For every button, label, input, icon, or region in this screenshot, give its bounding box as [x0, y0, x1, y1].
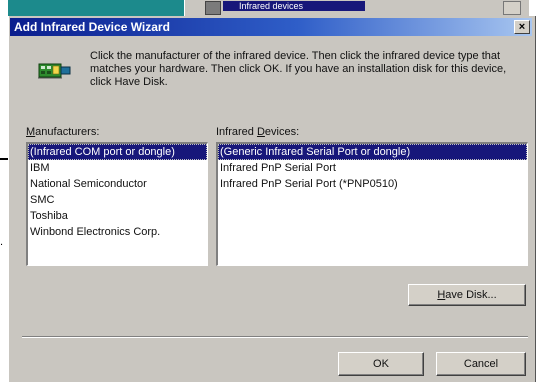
devices-label-text: evices: — [264, 126, 300, 138]
ok-button[interactable]: OK — [338, 352, 424, 376]
page-edge-mark — [0, 158, 8, 160]
devices-label: Infrared Devices: — [216, 126, 299, 138]
device-item[interactable]: Infrared PnP Serial Port — [218, 160, 527, 176]
devices-label-accelerator: D — [256, 126, 265, 138]
manufacturer-item[interactable]: National Semiconductor — [28, 176, 207, 192]
manufacturers-label: Manufacturers: — [26, 126, 99, 138]
manufacturer-item[interactable]: IBM — [28, 160, 207, 176]
manufacturers-label-accelerator: M — [26, 126, 36, 138]
dialog-title: Add Infrared Device Wizard — [14, 20, 170, 34]
devices-label-prefix: Infrared — [216, 126, 257, 138]
background-window: Infrared devices — [184, 0, 529, 16]
manufacturer-item[interactable]: Winbond Electronics Corp. — [28, 224, 207, 240]
cancel-button[interactable]: Cancel — [436, 352, 526, 376]
manufacturer-item[interactable]: SMC — [28, 192, 207, 208]
dialog-titlebar[interactable]: Add Infrared Device Wizard × — [10, 18, 532, 36]
page-edge-dot: . — [0, 236, 4, 248]
have-disk-label: ave Disk... — [445, 289, 497, 301]
background-window-button[interactable] — [503, 1, 521, 15]
close-button[interactable]: × — [514, 20, 530, 34]
manufacturers-listbox[interactable]: (Infrared COM port or dongle) IBM Nation… — [26, 142, 208, 266]
wizard-instructions: Click the manufacturer of the infrared d… — [90, 50, 507, 88]
manufacturer-item[interactable]: Toshiba — [28, 208, 207, 224]
close-icon: × — [518, 21, 526, 33]
background-selected-item[interactable]: Infrared devices — [223, 1, 365, 11]
manufacturers-label-text: anufacturers: — [35, 126, 100, 138]
device-item[interactable]: Infrared PnP Serial Port (*PNP0510) — [218, 176, 527, 192]
dialog-separator — [22, 336, 528, 338]
devices-listbox[interactable]: (Generic Infrared Serial Port or dongle)… — [216, 142, 528, 266]
manufacturer-item[interactable]: (Infrared COM port or dongle) — [28, 144, 207, 160]
have-disk-button[interactable]: Have Disk... — [408, 284, 526, 306]
infrared-folder-icon — [205, 1, 221, 15]
add-infrared-device-dialog: Add Infrared Device Wizard × Click the m… — [8, 16, 536, 382]
infrared-device-icon — [38, 63, 71, 79]
desktop-background — [8, 0, 184, 16]
device-item[interactable]: (Generic Infrared Serial Port or dongle) — [218, 144, 527, 160]
